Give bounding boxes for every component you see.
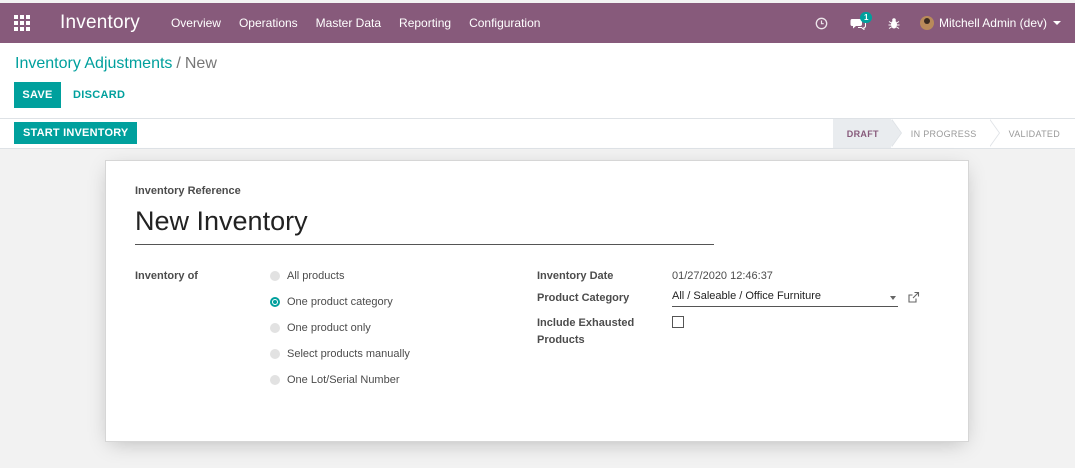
messages-icon[interactable]: 1 <box>840 3 876 43</box>
breadcrumb-inventory-adjustments[interactable]: Inventory Adjustments <box>15 55 172 72</box>
radio-checked-icon <box>270 297 280 307</box>
activity-clock-icon[interactable] <box>804 3 840 43</box>
include-exhausted-checkbox[interactable] <box>672 316 684 328</box>
inventory-of-label: Inventory of <box>135 270 198 282</box>
user-menu[interactable]: Mitchell Admin (dev) <box>912 16 1075 30</box>
product-category-select[interactable]: All / Saleable / Office Furniture <box>672 290 898 307</box>
breadcrumb-current: New <box>184 55 217 72</box>
menu-operations[interactable]: Operations <box>230 3 307 43</box>
user-name: Mitchell Admin (dev) <box>938 16 1047 30</box>
user-avatar <box>919 16 934 30</box>
inventory-reference-input[interactable]: New Inventory <box>135 203 714 245</box>
menu-configuration[interactable]: Configuration <box>460 3 549 43</box>
breadcrumb-separator: / <box>176 55 181 72</box>
menu-master-data[interactable]: Master Data <box>307 3 390 43</box>
radio-one-product-only[interactable]: One product only <box>270 322 371 334</box>
include-exhausted-label-line2: Products <box>537 334 585 346</box>
inventory-date-label: Inventory Date <box>537 270 614 282</box>
radio-label: One Lot/Serial Number <box>287 374 400 386</box>
radio-unchecked-icon <box>270 349 280 359</box>
radio-one-lot-serial-number[interactable]: One Lot/Serial Number <box>270 374 400 386</box>
app-title[interactable]: Inventory <box>60 12 140 34</box>
stage-in-progress-label: IN PROGRESS <box>910 128 977 139</box>
top-navbar: Inventory Overview Operations Master Dat… <box>0 3 1075 43</box>
radio-unchecked-icon <box>270 375 280 385</box>
radio-one-product-category[interactable]: One product category <box>270 296 393 308</box>
apps-menu-icon[interactable] <box>0 3 44 43</box>
stage-draft[interactable]: DRAFT <box>832 119 902 148</box>
stage-draft-label: DRAFT <box>846 128 879 139</box>
product-category-label: Product Category <box>537 292 630 304</box>
inventory-reference-label: Inventory Reference <box>135 185 241 197</box>
start-inventory-button[interactable]: START INVENTORY <box>14 122 138 144</box>
chevron-down-icon <box>890 296 896 300</box>
radio-label: All products <box>287 270 345 282</box>
stage-validated[interactable]: VALIDATED <box>989 119 1075 148</box>
messages-count-badge: 1 <box>859 12 873 23</box>
chevron-down-icon <box>1053 21 1061 25</box>
radio-select-products-manually[interactable]: Select products manually <box>270 348 410 360</box>
form-sheet: Inventory Reference New Inventory Invent… <box>105 160 969 442</box>
stage-validated-label: VALIDATED <box>1008 128 1060 139</box>
product-category-value: All / Saleable / Office Furniture <box>672 290 821 302</box>
include-exhausted-label: Include Exhausted Products <box>537 315 634 349</box>
radio-label: Select products manually <box>287 348 410 360</box>
external-link-icon[interactable] <box>907 291 921 305</box>
radio-all-products[interactable]: All products <box>270 270 344 282</box>
radio-label: One product only <box>287 322 371 334</box>
inventory-date-value[interactable]: 01/27/2020 12:46:37 <box>672 270 773 282</box>
main-menu: Overview Operations Master Data Reportin… <box>162 3 550 43</box>
menu-reporting[interactable]: Reporting <box>390 3 460 43</box>
stage-in-progress[interactable]: IN PROGRESS <box>891 119 1000 148</box>
status-bar: START INVENTORY DRAFT IN PROGRESS VALIDA… <box>0 119 1075 149</box>
menu-overview[interactable]: Overview <box>162 3 230 43</box>
control-panel: Inventory Adjustments / New SAVE DISCARD <box>0 43 1075 119</box>
radio-label: One product category <box>287 296 393 308</box>
discard-button[interactable]: DISCARD <box>73 82 125 108</box>
stage-pipeline: DRAFT IN PROGRESS VALIDATED <box>832 119 1075 148</box>
include-exhausted-label-line1: Include Exhausted <box>537 317 635 329</box>
breadcrumb: Inventory Adjustments / New <box>15 55 217 73</box>
save-button[interactable]: SAVE <box>14 82 61 108</box>
debug-bug-icon[interactable] <box>876 3 912 43</box>
radio-unchecked-icon <box>270 271 280 281</box>
radio-unchecked-icon <box>270 323 280 333</box>
